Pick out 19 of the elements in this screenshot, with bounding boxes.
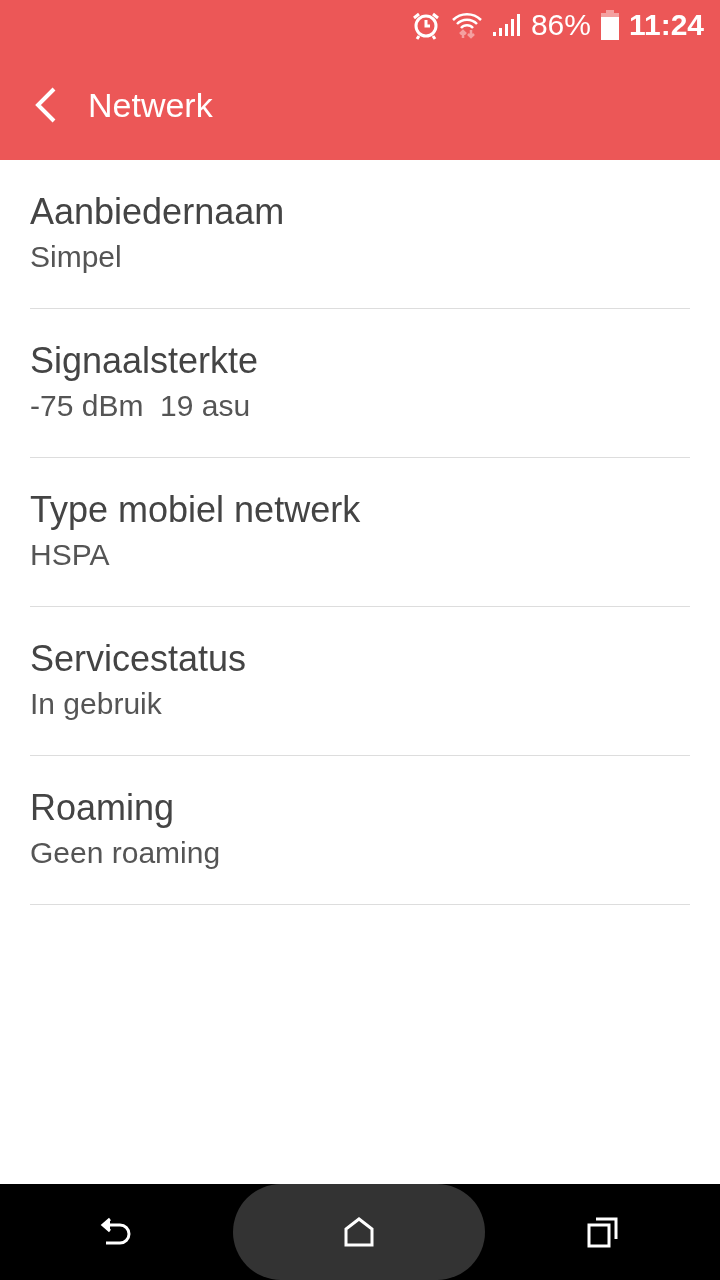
setting-value: HSPA [30, 536, 111, 573]
home-icon [344, 1217, 374, 1247]
alarm-icon [410, 10, 441, 40]
wifi-icon [450, 10, 483, 40]
setting-title: Aanbiedernaam [30, 189, 286, 234]
setting-value: In gebruik [30, 685, 163, 722]
setting-title: Roaming [30, 785, 176, 830]
clock-time: 11:24 [628, 10, 704, 40]
setting-value: Geen roaming [30, 834, 222, 871]
setting-value: Simpel [30, 238, 123, 275]
setting-value: -75 dBm 19 asu [30, 387, 252, 424]
recent-apps-icon[interactable] [586, 1216, 619, 1248]
battery-icon [600, 10, 619, 40]
setting-title: Servicestatus [30, 636, 248, 681]
setting-title: Type mobiel netwerk [30, 487, 362, 532]
setting-title: Signaalsterkte [30, 338, 260, 383]
page-title: Netwerk [88, 84, 213, 126]
battery-percentage: 86% [530, 10, 591, 40]
signal-icon [492, 14, 521, 36]
